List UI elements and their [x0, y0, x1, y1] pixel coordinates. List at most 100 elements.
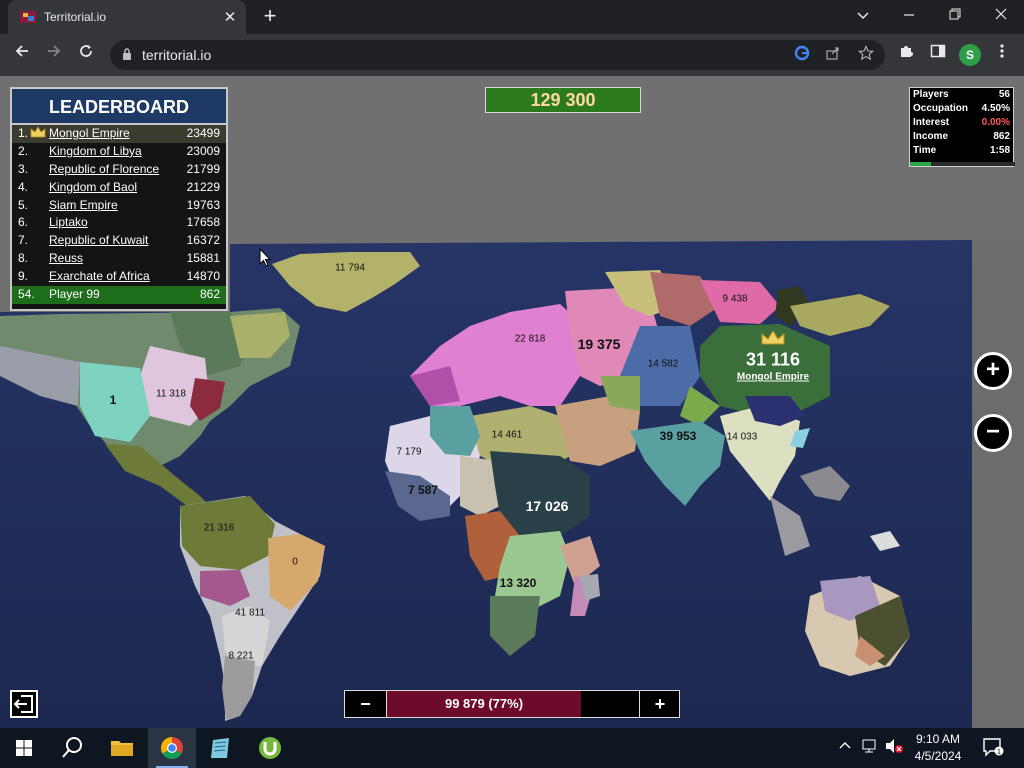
google-icon[interactable] [792, 45, 812, 65]
browser-tab[interactable]: Territorial.io ✕ [8, 0, 246, 34]
leaderboard-player-name[interactable]: Player 99 [49, 286, 100, 304]
leaderboard-title: LEADERBOARD [12, 89, 226, 125]
leaderboard-row[interactable]: 2. Kingdom of Libya 23009 [12, 143, 226, 161]
leaderboard-score: 17658 [186, 215, 220, 230]
territory-label: 8 221 [228, 650, 254, 662]
leaderboard-rank: 8. [18, 251, 29, 266]
leaderboard-row[interactable]: 3. Republic of Florence 21799 [12, 161, 226, 179]
leaderboard-player-name[interactable]: Reuss [49, 250, 83, 268]
forward-icon[interactable] [41, 42, 67, 68]
notifications-icon[interactable]: 1 [982, 737, 1004, 760]
leaderboard-player-name[interactable]: Siam Empire [49, 197, 118, 215]
chrome-taskbar-button[interactable] [148, 728, 196, 768]
zoom-out-button[interactable]: − [974, 414, 1012, 452]
tab-search-icon[interactable] [840, 0, 886, 30]
balance-display: 129 300 [485, 87, 641, 113]
leaderboard-player-name[interactable]: Exarchate of Africa [49, 268, 150, 286]
troop-amount[interactable]: 99 879 (77%) [387, 691, 581, 717]
browser-tab-bar: Territorial.io ✕ + [0, 0, 1024, 34]
browser-toolbar: territorial.io S [0, 34, 1024, 76]
leaderboard-player-name[interactable]: Republic of Kuwait [49, 232, 148, 250]
stats-label: Interest [913, 117, 950, 128]
profile-avatar[interactable]: S [959, 44, 981, 66]
troop-percentage-bar[interactable]: − 99 879 (77%) + [344, 690, 680, 718]
troop-decrease-button[interactable]: − [345, 691, 387, 717]
leaderboard-player-name[interactable]: Republic of Florence [49, 161, 159, 179]
file-explorer-button[interactable] [98, 728, 146, 768]
zoom-in-button[interactable]: + [974, 352, 1012, 390]
territory-name-mongol[interactable]: Mongol Empire [737, 372, 809, 383]
stats-row: Players 56 [910, 88, 1013, 102]
notepad-taskbar-button[interactable] [197, 728, 245, 768]
stats-value: 56 [998, 89, 1010, 100]
leaderboard-row[interactable]: 7. Republic of Kuwait 16372 [12, 232, 226, 250]
leaderboard-player-name[interactable]: Kingdom of Baol [49, 179, 137, 197]
chevron-up-icon[interactable] [838, 738, 852, 755]
start-button[interactable] [0, 728, 48, 768]
close-tab-icon[interactable]: ✕ [220, 8, 240, 26]
leaderboard-score: 862 [199, 287, 220, 302]
territory-label: 13 320 [499, 576, 537, 590]
new-tab-button[interactable]: + [259, 5, 281, 29]
leaderboard-score: 19763 [186, 197, 220, 212]
leaderboard-row[interactable]: 5. Siam Empire 19763 [12, 197, 226, 215]
search-button[interactable] [48, 728, 96, 768]
territory-label: 41 811 [235, 607, 265, 619]
leaderboard-rank: 9. [18, 269, 29, 284]
share-icon[interactable] [823, 45, 843, 65]
tab-title: Territorial.io [44, 10, 107, 24]
minimize-icon[interactable] [886, 0, 932, 30]
leaderboard-row[interactable]: 6. Liptako 17658 [12, 214, 226, 232]
system-clock[interactable]: 9:10 AM 4/5/2024 [906, 731, 970, 765]
leaderboard: LEADERBOARD 1. Mongol Empire 23499 2. Kingdo… [10, 87, 228, 311]
leaderboard-row[interactable]: 9. Exarchate of Africa 14870 [12, 268, 226, 286]
territory-label: 22 818 [514, 333, 546, 345]
territory-label: 14 033 [726, 431, 758, 443]
leaderboard-score: 14870 [186, 269, 220, 284]
territory-label: 19 375 [577, 336, 621, 352]
network-icon[interactable] [862, 738, 880, 757]
volume-muted-icon[interactable] [884, 738, 904, 757]
stats-label: Income [913, 131, 949, 142]
chrome-icon [161, 737, 183, 759]
stats-row: Time 1:58 [910, 144, 1013, 158]
exit-game-button[interactable] [10, 690, 38, 718]
side-panel-icon[interactable] [925, 42, 951, 68]
lock-icon[interactable] [122, 48, 132, 66]
stats-row: Income 862 [910, 130, 1013, 144]
clock-time: 9:10 AM [915, 732, 961, 746]
stats-label: Occupation [913, 103, 969, 114]
stats-row: Occupation 4.50% [910, 102, 1013, 116]
leaderboard-rank: 5. [18, 197, 29, 212]
stats-row: Interest 0.00% [910, 116, 1013, 130]
leaderboard-player-name[interactable]: Kingdom of Libya [49, 143, 142, 161]
leaderboard-player-name[interactable]: Liptako [49, 214, 88, 232]
address-bar[interactable]: territorial.io [110, 40, 885, 70]
troop-increase-button[interactable]: + [639, 691, 680, 717]
extensions-icon[interactable] [893, 42, 919, 68]
bookmark-star-icon[interactable] [856, 45, 876, 65]
mouse-cursor-icon [259, 247, 272, 273]
territory-label: 17 026 [525, 498, 569, 514]
utorrent-icon [259, 737, 281, 759]
game-canvas[interactable]: 11 794 11 318 1 22 818 19 375 9 438 14 5… [0, 76, 1024, 728]
territorial-favicon-icon [20, 9, 36, 25]
leaderboard-score: 23009 [186, 143, 220, 158]
utorrent-taskbar-button[interactable] [246, 728, 294, 768]
leaderboard-score: 15881 [186, 251, 220, 266]
leaderboard-rank: 7. [18, 233, 29, 248]
stats-value: 1:58 [989, 145, 1010, 156]
leaderboard-row[interactable]: 54. Player 99 862 [12, 286, 226, 304]
menu-icon[interactable] [989, 42, 1015, 68]
stats-value: 862 [993, 131, 1010, 142]
time-progress-bar [910, 162, 1015, 166]
leaderboard-row[interactable]: 4. Kingdom of Baol 21229 [12, 179, 226, 197]
leaderboard-player-name[interactable]: Mongol Empire [49, 125, 130, 143]
close-window-icon[interactable] [978, 0, 1024, 30]
leaderboard-row[interactable]: 1. Mongol Empire 23499 [12, 125, 226, 143]
back-icon[interactable] [9, 42, 35, 68]
restore-icon[interactable] [932, 0, 978, 30]
territory-label: 11 318 [156, 388, 186, 400]
reload-icon[interactable] [73, 42, 99, 68]
leaderboard-row[interactable]: 8. Reuss 15881 [12, 250, 226, 268]
